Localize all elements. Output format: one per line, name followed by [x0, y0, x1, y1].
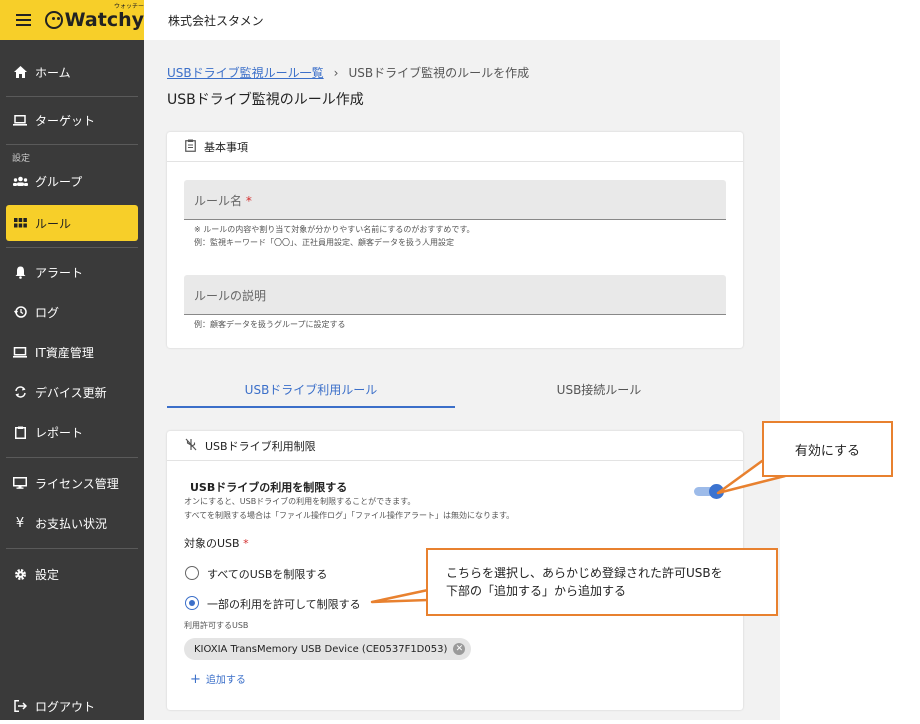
- sync-icon: [12, 386, 28, 398]
- sidebar-item-label: ログ: [35, 305, 60, 320]
- bell-icon: [12, 266, 28, 279]
- usb-off-icon: [185, 438, 197, 454]
- breadcrumb-current: USBドライブ監視のルールを作成: [348, 66, 530, 80]
- rule-name-field[interactable]: ルール名 *: [184, 180, 726, 220]
- rule-name-label: ルール名 *: [194, 194, 252, 208]
- target-usb-label: 対象のUSB *: [184, 537, 249, 550]
- sidebar-item-license[interactable]: ライセンス管理: [0, 465, 144, 501]
- sidebar-item-label: お支払い状況: [35, 516, 108, 531]
- home-icon: [12, 66, 28, 78]
- logout-icon: [12, 700, 28, 712]
- top-bar: 株式会社スタメン: [144, 0, 920, 40]
- clipboard-icon: [12, 426, 28, 439]
- logo-text: Watchy: [64, 9, 144, 31]
- basic-info-header: 基本事項: [167, 132, 743, 162]
- allowed-usb-name: KIOXIA TransMemory USB Device (CE0537F1D…: [194, 643, 448, 655]
- tab-usb-drive-rule[interactable]: USBドライブ利用ルール: [167, 370, 455, 408]
- desktop-icon: [12, 477, 28, 489]
- sidebar-item-label: ホーム: [35, 65, 71, 80]
- sidebar-item-label: アラート: [35, 265, 84, 280]
- restrict-usb-toggle[interactable]: [694, 484, 724, 499]
- restrict-usb-desc-1: オンにすると、USBドライブの利用を制限することができます。: [184, 497, 416, 506]
- sidebar-item-report[interactable]: レポート: [0, 414, 144, 450]
- hamburger-menu-icon[interactable]: [16, 14, 31, 26]
- basic-info-card: 基本事項 ルール名 * ※ ルールの内容や割り当て対象が分かりやすい名前にするの…: [167, 132, 743, 348]
- active-tab-indicator: [167, 406, 455, 408]
- sidebar-item-payment[interactable]: ¥ お支払い状況: [0, 505, 144, 541]
- sidebar-item-home[interactable]: ホーム: [0, 54, 144, 90]
- sidebar-item-it-assets[interactable]: IT資産管理: [0, 334, 144, 370]
- remove-chip-icon[interactable]: ✕: [453, 643, 466, 655]
- select-callout-line-2: 下部の「追加する」から追加する: [446, 584, 627, 598]
- logo-bar: Watchy ウォッチー: [0, 0, 144, 40]
- sidebar-item-alert[interactable]: アラート: [0, 254, 144, 290]
- sidebar-item-settings[interactable]: 設定: [0, 556, 144, 592]
- sidebar-item-label: デバイス更新: [35, 385, 107, 400]
- sidebar-item-label: ライセンス管理: [35, 476, 119, 491]
- monitor-icon: [12, 346, 28, 358]
- tab-usb-connection-rule[interactable]: USB接続ルール: [455, 370, 743, 408]
- laptop-icon: [12, 114, 28, 126]
- sidebar-item-target[interactable]: ターゲット: [0, 102, 144, 138]
- radio-allow-partial-label[interactable]: 一部の利用を許可して制限する: [207, 596, 361, 612]
- logout-button[interactable]: ログアウト: [0, 688, 144, 724]
- right-margin: [780, 40, 920, 720]
- radio-restrict-all-label[interactable]: すべてのUSBを制限する: [207, 566, 327, 582]
- sidebar-section-label: 設定: [12, 154, 31, 164]
- description-label: ルールの説明: [194, 289, 267, 303]
- app-logo[interactable]: Watchy ウォッチー: [44, 3, 144, 31]
- restrict-usb-title: USBドライブの利用を制限する: [190, 481, 348, 494]
- sidebar-item-label: ターゲット: [35, 113, 96, 128]
- sidebar-item-rule[interactable]: ルール: [6, 205, 138, 241]
- description-hint: 例：顧客データを扱うグループに設定する: [194, 320, 346, 329]
- main-content: USBドライブ監視ルール一覧 › USBドライブ監視のルールを作成 USBドライブ監…: [144, 40, 780, 720]
- yen-icon: ¥: [15, 515, 25, 531]
- select-callout-line-1: こちらを選択し、あらかじめ登録された許可USBを: [446, 566, 723, 580]
- page-title: USBドライブ監視のルール作成: [167, 92, 364, 108]
- select-callout: こちらを選択し、あらかじめ登録された許可USBを 下部の「追加する」から追加する: [426, 548, 778, 616]
- basic-info-title: 基本事項: [204, 140, 248, 154]
- description-field[interactable]: ルールの説明: [184, 275, 726, 315]
- rule-name-hint: ※ ルールの内容や割り当て対象が分かりやすい名前にするのがおすすめです。 例：監…: [194, 225, 475, 247]
- clipboard-icon: [185, 139, 196, 155]
- required-mark: *: [245, 194, 252, 208]
- enable-callout-text: 有効にする: [794, 443, 861, 459]
- allowed-usb-chip: KIOXIA TransMemory USB Device (CE0537F1D…: [184, 638, 472, 660]
- history-icon: [12, 306, 28, 318]
- usb-restriction-header: USBドライブ利用制限: [167, 431, 743, 461]
- logo-mark-icon: [44, 11, 63, 29]
- plus-icon: +: [190, 672, 201, 687]
- grid-icon: [12, 218, 28, 228]
- toggle-knob: [709, 484, 724, 499]
- company-name: 株式会社スタメン: [168, 13, 264, 28]
- sidebar-item-device-update[interactable]: デバイス更新: [0, 374, 144, 410]
- allowed-usb-label: 利用許可するUSB: [184, 621, 249, 630]
- usb-restriction-title: USBドライブ利用制限: [205, 439, 316, 453]
- sidebar-item-label: レポート: [35, 425, 84, 440]
- radio-allow-partial[interactable]: [185, 596, 199, 610]
- breadcrumb-separator: ›: [333, 66, 339, 80]
- group-icon: [12, 176, 28, 186]
- add-usb-button[interactable]: + 追加する: [190, 671, 246, 687]
- logo-kana: ウォッチー: [113, 3, 144, 10]
- sidebar-item-label: グループ: [35, 174, 83, 189]
- rule-tabs: USBドライブ利用ルール USB接続ルール: [167, 370, 743, 408]
- gear-icon: [12, 568, 28, 581]
- breadcrumb-parent-link[interactable]: USBドライブ監視ルール一覧: [167, 66, 324, 80]
- radio-restrict-all[interactable]: [185, 566, 199, 580]
- breadcrumb: USBドライブ監視ルール一覧 › USBドライブ監視のルールを作成: [167, 64, 529, 81]
- enable-callout: 有効にする: [762, 421, 893, 477]
- required-mark: *: [243, 537, 249, 550]
- sidebar: Watchy ウォッチー ホーム ターゲット 設定 グループ ルール アラート …: [0, 0, 144, 720]
- sidebar-item-label: ルール: [35, 216, 72, 231]
- sidebar-item-label: 設定: [35, 567, 60, 582]
- restrict-usb-desc-2: すべてを制限する場合は「ファイル操作ログ」「ファイル操作アラート」は無効になりま…: [184, 511, 515, 520]
- sidebar-item-label: IT資産管理: [35, 345, 94, 360]
- logout-label: ログアウト: [35, 699, 96, 714]
- sidebar-item-log[interactable]: ログ: [0, 294, 144, 330]
- sidebar-item-group[interactable]: グループ: [0, 163, 144, 199]
